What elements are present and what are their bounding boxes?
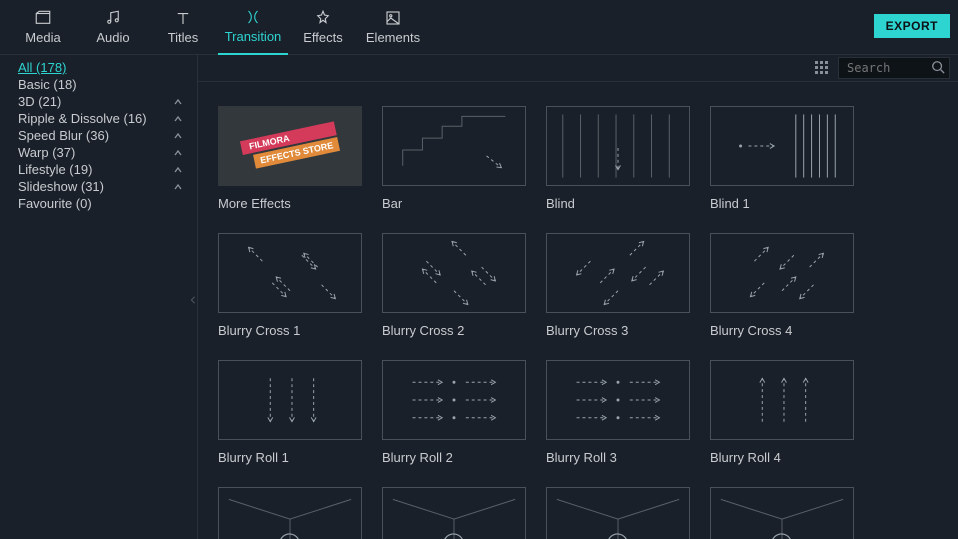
effect-card[interactable]: Blurry Cross 3 xyxy=(546,233,690,338)
effect-label: Blurry Cross 4 xyxy=(710,323,854,338)
grid-view-icon[interactable] xyxy=(814,60,830,76)
sidebar-item-label: Slideshow (31) xyxy=(18,179,104,194)
tab-label: Elements xyxy=(366,30,420,45)
effect-card[interactable]: Blurry Cross 4 xyxy=(710,233,854,338)
sidebar-item-label: Warp (37) xyxy=(18,145,75,160)
effect-card[interactable]: Blurry Roll 1 xyxy=(218,360,362,465)
tab-label: Titles xyxy=(168,30,199,45)
effect-card[interactable] xyxy=(218,487,362,539)
effect-thumbnail xyxy=(382,487,526,539)
effect-label: Blurry Roll 1 xyxy=(218,450,362,465)
tab-transition[interactable]: Transition xyxy=(218,0,288,55)
effect-thumbnail: FILMORAEFFECTS STORE xyxy=(218,106,362,186)
effect-thumbnail xyxy=(382,360,526,440)
tab-label: Media xyxy=(25,30,60,45)
effect-thumbnail xyxy=(218,487,362,539)
tab-titles[interactable]: Titles xyxy=(148,0,218,55)
effect-label: More Effects xyxy=(218,196,362,211)
effect-card[interactable] xyxy=(382,487,526,539)
effect-thumbnail xyxy=(710,360,854,440)
sidebar-item-label: Basic (18) xyxy=(18,77,77,92)
effect-card[interactable]: FILMORAEFFECTS STORE More Effects xyxy=(218,106,362,211)
titles-icon xyxy=(174,9,192,27)
effect-thumbnail xyxy=(546,233,690,313)
effect-thumbnail xyxy=(546,487,690,539)
sidebar-item-8[interactable]: Favourite (0) xyxy=(0,195,197,212)
effect-label: Blurry Roll 2 xyxy=(382,450,526,465)
sidebar-item-label: All (178) xyxy=(18,60,66,75)
elements-icon xyxy=(384,9,402,27)
sidebar-item-0[interactable]: All (178) xyxy=(0,59,197,76)
tab-label: Transition xyxy=(225,29,282,44)
tab-elements[interactable]: Elements xyxy=(358,0,428,55)
effect-card[interactable]: Blurry Roll 3 xyxy=(546,360,690,465)
effect-thumbnail xyxy=(382,233,526,313)
content-toolbar xyxy=(198,54,958,82)
sidebar-item-6[interactable]: Lifestyle (19) xyxy=(0,161,197,178)
effect-label: Blurry Roll 3 xyxy=(546,450,690,465)
chevron-up-icon xyxy=(173,97,183,107)
effect-label: Blind 1 xyxy=(710,196,854,211)
effect-thumbnail xyxy=(710,106,854,186)
effect-card[interactable] xyxy=(710,487,854,539)
sidebar-item-label: Speed Blur (36) xyxy=(18,128,109,143)
search-icon xyxy=(931,60,945,74)
top-nav: Media Audio Titles Transition Effects Element… xyxy=(0,0,958,55)
effect-card[interactable] xyxy=(546,487,690,539)
effects-icon xyxy=(314,9,332,27)
effect-thumbnail xyxy=(218,233,362,313)
export-button[interactable]: EXPORT xyxy=(874,14,950,38)
tab-effects[interactable]: Effects xyxy=(288,0,358,55)
audio-icon xyxy=(104,9,122,27)
effect-card[interactable]: Blind xyxy=(546,106,690,211)
chevron-up-icon xyxy=(173,165,183,175)
effect-thumbnail xyxy=(546,360,690,440)
sidebar-item-5[interactable]: Warp (37) xyxy=(0,144,197,161)
tab-label: Effects xyxy=(303,30,343,45)
effect-label: Blurry Cross 2 xyxy=(382,323,526,338)
category-sidebar: All (178) Basic (18) 3D (21) Ripple & Disso… xyxy=(0,55,198,539)
effect-label: Bar xyxy=(382,196,526,211)
effect-card[interactable]: Blurry Cross 1 xyxy=(218,233,362,338)
effect-card[interactable]: Blurry Cross 2 xyxy=(382,233,526,338)
sidebar-collapse-handle[interactable] xyxy=(188,275,198,325)
effect-label: Blurry Cross 1 xyxy=(218,323,362,338)
effect-thumbnail xyxy=(382,106,526,186)
effect-label: Blind xyxy=(546,196,690,211)
effect-thumbnail xyxy=(710,233,854,313)
effect-card[interactable]: Blurry Roll 2 xyxy=(382,360,526,465)
effect-thumbnail xyxy=(546,106,690,186)
effects-grid: FILMORAEFFECTS STORE More Effects Bar Blind… xyxy=(198,82,958,539)
effect-card[interactable]: Blind 1 xyxy=(710,106,854,211)
effect-card[interactable]: Bar xyxy=(382,106,526,211)
tab-media[interactable]: Media xyxy=(8,0,78,55)
sidebar-item-7[interactable]: Slideshow (31) xyxy=(0,178,197,195)
tab-audio[interactable]: Audio xyxy=(78,0,148,55)
chevron-up-icon xyxy=(173,148,183,158)
transition-icon xyxy=(244,8,262,26)
sidebar-item-4[interactable]: Speed Blur (36) xyxy=(0,127,197,144)
sidebar-item-label: Ripple & Dissolve (16) xyxy=(18,111,147,126)
media-icon xyxy=(34,9,52,27)
effect-label: Blurry Cross 3 xyxy=(546,323,690,338)
chevron-up-icon xyxy=(173,114,183,124)
sidebar-item-label: 3D (21) xyxy=(18,94,61,109)
chevron-up-icon xyxy=(173,182,183,192)
effect-thumbnail xyxy=(710,487,854,539)
sidebar-item-1[interactable]: Basic (18) xyxy=(0,76,197,93)
sidebar-item-label: Lifestyle (19) xyxy=(18,162,92,177)
sidebar-item-2[interactable]: 3D (21) xyxy=(0,93,197,110)
sidebar-item-label: Favourite (0) xyxy=(18,196,92,211)
effect-card[interactable]: Blurry Roll 4 xyxy=(710,360,854,465)
tab-label: Audio xyxy=(96,30,129,45)
chevron-up-icon xyxy=(173,131,183,141)
effect-label: Blurry Roll 4 xyxy=(710,450,854,465)
effect-thumbnail xyxy=(218,360,362,440)
sidebar-item-3[interactable]: Ripple & Dissolve (16) xyxy=(0,110,197,127)
